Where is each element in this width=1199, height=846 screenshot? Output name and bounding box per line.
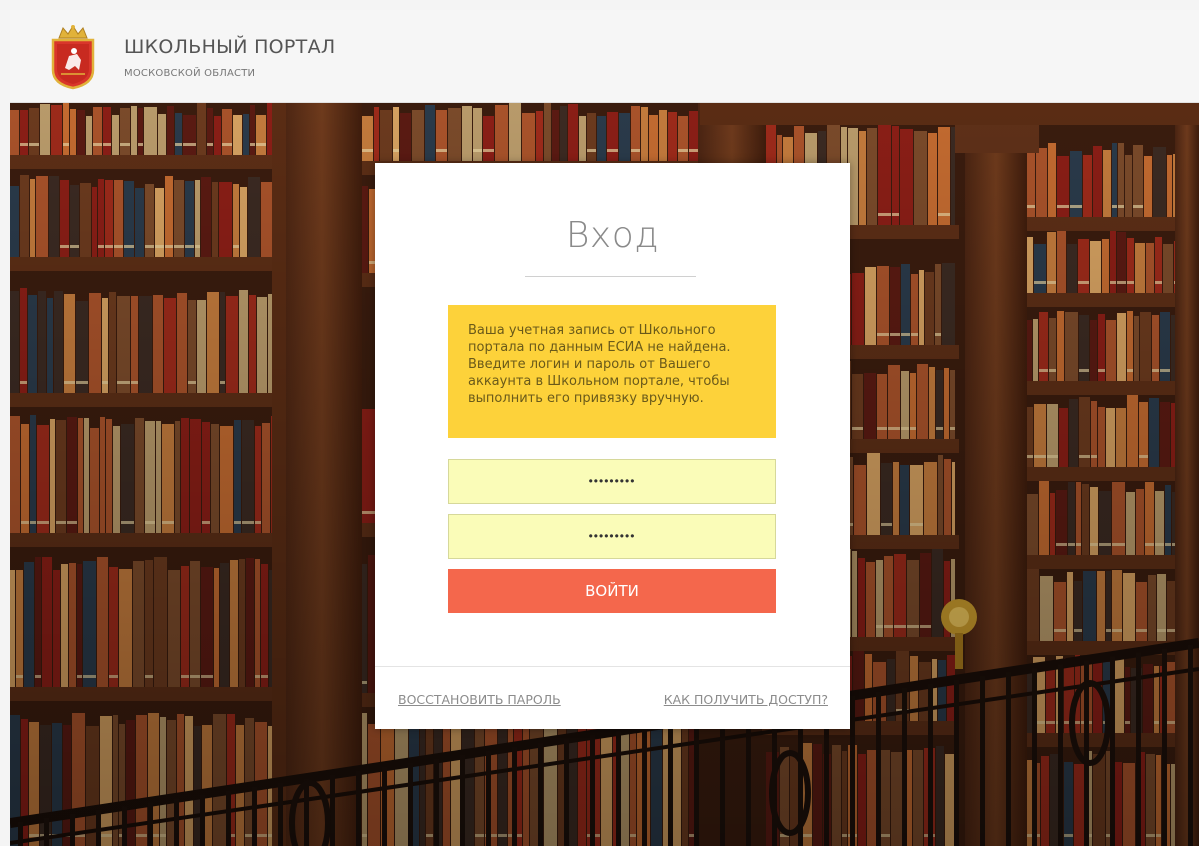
coat-of-arms-icon[interactable]	[47, 24, 99, 90]
card-footer: ВОССТАНОВИТЬ ПАРОЛЬ КАК ПОЛУЧИТЬ ДОСТУП?	[375, 666, 850, 729]
portal-subtitle: МОСКОВСКОЙ ОБЛАСТИ	[124, 68, 256, 79]
portal-title: ШКОЛЬНЫЙ ПОРТАЛ	[124, 36, 336, 58]
password-input[interactable]: •••••••••	[448, 514, 776, 559]
login-card: Вход Ваша учетная запись от Школьного по…	[375, 163, 850, 729]
how-to-get-access-link[interactable]: КАК ПОЛУЧИТЬ ДОСТУП?	[664, 692, 828, 707]
site-header: ШКОЛЬНЫЙ ПОРТАЛ МОСКОВСКОЙ ОБЛАСТИ	[10, 10, 1199, 103]
restore-password-link[interactable]: ВОССТАНОВИТЬ ПАРОЛЬ	[398, 692, 561, 707]
login-button[interactable]: ВОЙТИ	[448, 569, 776, 613]
title-divider	[525, 276, 696, 277]
login-title: Вход	[565, 215, 660, 256]
esia-notice: Ваша учетная запись от Школьного портала…	[448, 305, 776, 438]
login-input[interactable]: •••••••••	[448, 459, 776, 504]
top-strip	[0, 0, 1199, 10]
